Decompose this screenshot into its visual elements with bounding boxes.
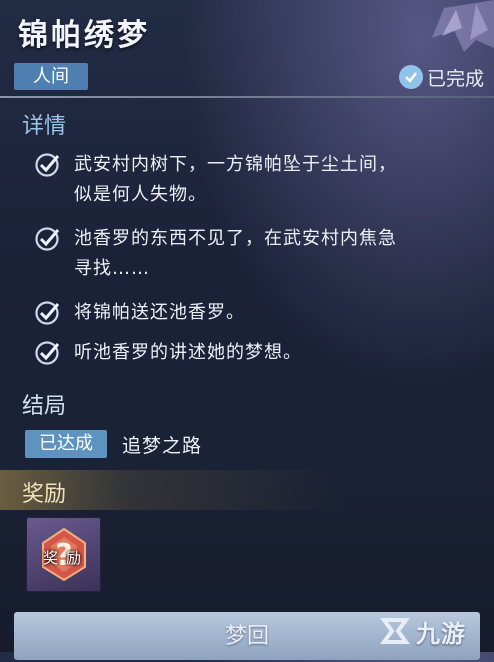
reward-header-band <box>0 470 494 510</box>
check-icon <box>35 153 60 177</box>
objective-item: 将锦帕送还池香罗。 <box>34 298 482 328</box>
objective-item: 武安村内树下，一方锦帕坠于尘土间， 似是何人失物。 <box>34 150 482 210</box>
reward-item-label: 奖励 <box>42 549 89 567</box>
header-divider <box>0 96 494 98</box>
objective-text-line1: 听池香罗的讲述她的梦想。 <box>74 342 302 363</box>
objective-item: 听池香罗的讲述她的梦想。 <box>34 338 482 368</box>
check-icon <box>35 227 60 251</box>
jiuyou-logo-icon <box>380 618 410 644</box>
objective-text-line2: 似是何人失物。 <box>74 184 207 205</box>
ending-reached-badge: 已达成 <box>25 430 107 458</box>
reward-item-slot[interactable]: ? 奖励 <box>26 517 101 592</box>
watermark-text: 九游 <box>416 619 466 648</box>
check-icon <box>35 301 60 325</box>
realm-tag: 人间 <box>14 63 88 90</box>
completed-label: 已完成 <box>426 67 484 90</box>
objective-text-line1: 将锦帕送还池香罗。 <box>74 302 245 323</box>
check-icon <box>35 341 60 365</box>
objective-text-line2: 寻找…… <box>74 258 150 279</box>
objective-text-line1: 武安村内树下，一方锦帕坠于尘土间， <box>74 154 397 175</box>
reward-heading: 奖励 <box>22 482 67 507</box>
ending-heading: 结局 <box>22 394 67 419</box>
completed-status: 已完成 <box>398 63 484 91</box>
check-circle-icon <box>398 65 423 89</box>
objective-text-line1: 池香罗的东西不见了，在武安村内焦急 <box>74 228 397 249</box>
watermark: 九游 <box>378 611 488 651</box>
ending-name: 追梦之路 <box>122 435 203 457</box>
objective-item: 池香罗的东西不见了，在武安村内焦急 寻找…… <box>34 224 482 284</box>
quest-title: 锦帕绣梦 <box>18 18 150 53</box>
details-heading: 详情 <box>22 114 67 139</box>
